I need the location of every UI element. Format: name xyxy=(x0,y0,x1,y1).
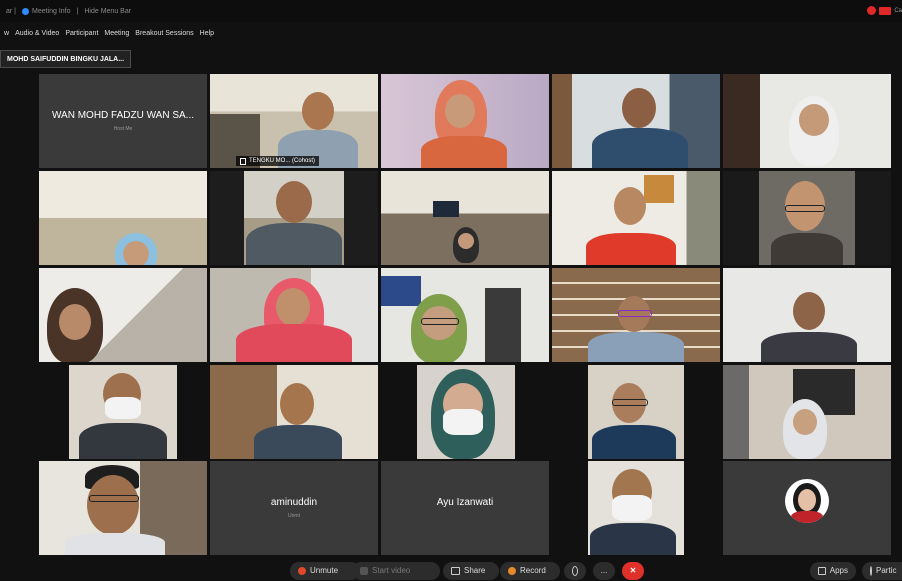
menu-item-view[interactable]: w xyxy=(4,30,9,37)
participant-tile[interactable] xyxy=(381,268,549,362)
participant-tile[interactable] xyxy=(210,268,378,362)
share-screen-icon xyxy=(451,566,460,575)
participant-tile[interactable] xyxy=(552,171,720,265)
participant-tile[interactable] xyxy=(723,461,891,555)
apps-grid-icon xyxy=(818,566,826,575)
participant-tile[interactable] xyxy=(210,171,378,265)
menu-item-meeting[interactable]: Meeting xyxy=(104,30,129,37)
participant-tile[interactable] xyxy=(552,74,720,168)
participant-tile[interactable] xyxy=(552,461,720,555)
participant-tile[interactable]: WAN MOHD FADZU WAN SA... Host Me xyxy=(39,74,207,168)
participant-tile[interactable]: Ayu Izanwati xyxy=(381,461,549,555)
microphone-muted-icon xyxy=(298,566,306,575)
participant-tile[interactable] xyxy=(552,268,720,362)
participant-name: Ayu Izanwati xyxy=(436,497,494,508)
participant-tile-active[interactable]: TENGKU MO... (Cohost) xyxy=(210,74,378,168)
participant-tile[interactable] xyxy=(39,365,207,459)
participant-role: Unmt xyxy=(288,513,300,519)
menu-bar: w Audio & Video Participant Meeting Brea… xyxy=(0,26,214,40)
participant-name: WAN MOHD FADZU WAN SA... xyxy=(51,110,195,121)
menu-item-participant[interactable]: Participant xyxy=(65,30,98,37)
participant-tile[interactable] xyxy=(723,74,891,168)
participant-tile[interactable] xyxy=(381,74,549,168)
mic-icon xyxy=(240,157,246,165)
participant-role: Host Me xyxy=(113,126,133,132)
record-dot-icon xyxy=(867,6,877,15)
participant-tile[interactable] xyxy=(39,461,207,555)
menu-item-help[interactable]: Help xyxy=(200,30,214,37)
participant-avatar xyxy=(785,479,829,523)
meeting-toolbar: Unmute Start video Share Record ... ✕ Ap… xyxy=(0,560,902,581)
record-button[interactable]: Record xyxy=(500,561,560,580)
title-left: ar | xyxy=(6,7,16,15)
participant-name: aminuddin xyxy=(270,497,318,508)
more-options-button[interactable]: ... xyxy=(593,561,615,580)
participant-tile[interactable] xyxy=(210,365,378,459)
menu-item-breakout[interactable]: Breakout Sessions xyxy=(135,30,193,37)
participant-tile[interactable] xyxy=(381,365,549,459)
participant-tile[interactable] xyxy=(552,365,720,459)
recording-indicator: Ca xyxy=(867,6,902,15)
start-video-button[interactable]: Start video xyxy=(352,561,440,580)
recording-badge-icon xyxy=(879,6,892,15)
participant-tile[interactable] xyxy=(39,268,207,362)
participant-tile[interactable] xyxy=(723,365,891,459)
participants-button[interactable]: Partic xyxy=(862,561,902,580)
participant-tile[interactable] xyxy=(381,171,549,265)
title-bar: ar | Meeting Info | Hide Menu Bar Ca xyxy=(0,0,902,22)
record-icon xyxy=(508,566,516,575)
share-button[interactable]: Share xyxy=(443,561,499,580)
participant-tile[interactable] xyxy=(723,171,891,265)
camera-icon xyxy=(360,566,368,575)
shield-icon xyxy=(22,7,29,15)
reactions-button[interactable] xyxy=(564,561,586,580)
unmute-button[interactable]: Unmute xyxy=(290,561,360,580)
close-icon: ✕ xyxy=(629,566,637,575)
emoji-icon xyxy=(572,565,578,576)
participant-tile[interactable] xyxy=(39,171,207,265)
meeting-info-link[interactable]: Meeting Info xyxy=(32,8,71,15)
end-meeting-button[interactable]: ✕ xyxy=(622,561,644,580)
apps-button[interactable]: Apps xyxy=(810,561,856,580)
menu-item-audio-video[interactable]: Audio & Video xyxy=(15,30,59,37)
participant-tile[interactable] xyxy=(723,268,891,362)
participant-tile[interactable]: aminuddin Unmt xyxy=(210,461,378,555)
hide-menu-bar-link[interactable]: Hide Menu Bar xyxy=(84,8,131,15)
participants-icon xyxy=(870,565,872,576)
participant-label: TENGKU MO... (Cohost) xyxy=(236,156,320,166)
title-separator: | xyxy=(76,7,79,15)
active-speaker-label: MOHD SAIFUDDIN BINGKU JALA... xyxy=(0,50,132,68)
